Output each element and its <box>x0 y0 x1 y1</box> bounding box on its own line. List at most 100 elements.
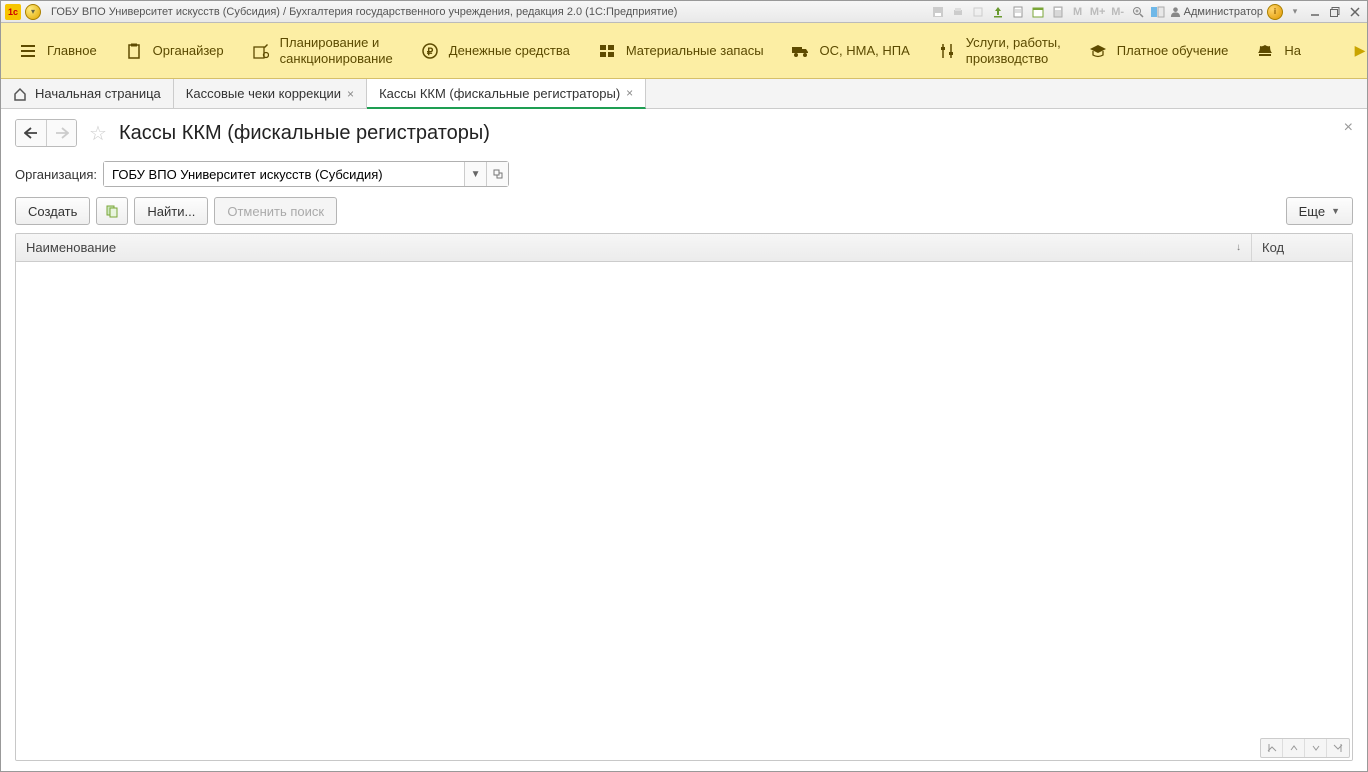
tab-close-icon[interactable]: × <box>626 86 633 100</box>
nav-label: Платное обучение <box>1117 43 1229 59</box>
page-down-button[interactable] <box>1305 739 1327 757</box>
nav-inventory[interactable]: Материальные запасы <box>584 36 778 66</box>
page-up-button[interactable] <box>1283 739 1305 757</box>
document-icon[interactable] <box>1010 4 1026 20</box>
nav-assets[interactable]: ОС, НМА, НПА <box>778 36 924 66</box>
nav-money[interactable]: ₽ Денежные средства <box>407 36 584 66</box>
m-button[interactable]: M <box>1070 4 1086 20</box>
chevron-down-icon: ▼ <box>1331 206 1340 216</box>
nav-label: Денежные средства <box>449 43 570 59</box>
nav-education[interactable]: Платное обучение <box>1075 36 1243 66</box>
button-label: Создать <box>28 204 77 219</box>
find-button[interactable]: Найти... <box>134 197 208 225</box>
combo-dropdown-button[interactable]: ▼ <box>464 162 486 186</box>
calculator-icon[interactable] <box>1050 4 1066 20</box>
combo-open-button[interactable] <box>486 162 508 186</box>
nav-partial[interactable]: На <box>1242 36 1315 66</box>
column-name[interactable]: Наименование ↓ <box>16 234 1252 261</box>
copy-button[interactable] <box>96 197 128 225</box>
emblem-icon <box>1256 42 1274 60</box>
nav-organizer[interactable]: Органайзер <box>111 36 238 66</box>
window-title: ГОБУ ВПО Университет искусств (Субсидия)… <box>51 6 677 18</box>
organization-combo: ▼ <box>103 161 509 187</box>
ruble-icon: ₽ <box>421 42 439 60</box>
tab-kkm-registers[interactable]: Кассы ККМ (фискальные регистраторы) × <box>367 79 646 109</box>
tab-label: Кассы ККМ (фискальные регистраторы) <box>379 86 620 101</box>
home-icon <box>13 87 27 101</box>
graduation-icon <box>1089 42 1107 60</box>
page-title: Кассы ККМ (фискальные регистраторы) <box>119 122 490 145</box>
restore-button[interactable] <box>1327 4 1343 20</box>
planning-icon <box>252 42 270 60</box>
user-indicator[interactable]: Администратор <box>1170 6 1263 18</box>
m-plus-button[interactable]: M+ <box>1090 4 1106 20</box>
forward-button[interactable] <box>46 120 76 146</box>
nav-label: Материальные запасы <box>626 43 764 59</box>
data-table: Наименование ↓ Код <box>15 233 1353 761</box>
svg-text:₽: ₽ <box>427 47 434 58</box>
button-label: Еще <box>1299 204 1325 219</box>
preview-icon[interactable] <box>970 4 986 20</box>
nav-scroll-right[interactable]: ▶ <box>1353 23 1367 78</box>
info-icon[interactable]: i <box>1267 4 1283 20</box>
column-label: Код <box>1262 240 1284 255</box>
favorite-star-icon[interactable]: ☆ <box>85 120 111 146</box>
nav-label: Главное <box>47 43 97 59</box>
truck-icon <box>792 42 810 60</box>
filter-row: Организация: ▼ <box>15 161 1353 187</box>
button-label: Найти... <box>147 204 195 219</box>
table-body[interactable] <box>16 262 1352 760</box>
nav-label: На <box>1284 43 1301 59</box>
nav-label: Услуги, работы, производство <box>966 35 1061 66</box>
tab-label: Кассовые чеки коррекции <box>186 86 341 101</box>
app-menu-button[interactable]: ▾ <box>25 4 41 20</box>
organization-input[interactable] <box>104 162 464 186</box>
toolbar: Создать Найти... Отменить поиск Еще ▼ <box>15 197 1353 225</box>
user-name: Администратор <box>1184 6 1263 18</box>
nav-services[interactable]: Услуги, работы, производство <box>924 29 1075 72</box>
filter-label: Организация: <box>15 167 97 182</box>
tab-label: Начальная страница <box>35 86 161 101</box>
tab-correction-checks[interactable]: Кассовые чеки коррекции × <box>174 79 367 108</box>
page-last-button[interactable] <box>1327 739 1349 757</box>
panels-icon[interactable] <box>1150 4 1166 20</box>
back-button[interactable] <box>16 120 46 146</box>
window-titlebar: 1c ▾ ГОБУ ВПО Университет искусств (Субс… <box>1 1 1367 23</box>
zoom-icon[interactable] <box>1130 4 1146 20</box>
nav-main[interactable]: Главное <box>5 36 111 66</box>
nav-label: Органайзер <box>153 43 224 59</box>
sort-arrow-icon: ↓ <box>1236 242 1241 253</box>
nav-planning[interactable]: Планирование и санкционирование <box>238 29 407 72</box>
export-icon[interactable] <box>990 4 1006 20</box>
close-button[interactable] <box>1347 4 1363 20</box>
minimize-button[interactable] <box>1307 4 1323 20</box>
copy-icon <box>105 204 119 218</box>
tab-start-page[interactable]: Начальная страница <box>1 79 174 108</box>
calendar-icon[interactable] <box>1030 4 1046 20</box>
nav-label: Планирование и санкционирование <box>280 35 393 66</box>
cancel-search-button[interactable]: Отменить поиск <box>214 197 337 225</box>
tab-close-icon[interactable]: × <box>347 87 354 101</box>
print-icon[interactable] <box>950 4 966 20</box>
info-dropdown[interactable]: ▾ <box>1287 4 1303 20</box>
tab-strip: Начальная страница Кассовые чеки коррекц… <box>1 79 1367 109</box>
table-paging <box>1260 738 1350 758</box>
more-button[interactable]: Еще ▼ <box>1286 197 1353 225</box>
save-icon[interactable] <box>930 4 946 20</box>
boxes-icon <box>598 42 616 60</box>
page-close-icon[interactable]: × <box>1344 119 1353 137</box>
button-label: Отменить поиск <box>227 204 324 219</box>
table-header: Наименование ↓ Код <box>16 234 1352 262</box>
page-header: ☆ Кассы ККМ (фискальные регистраторы) <box>15 119 1353 147</box>
sliders-icon <box>938 42 956 60</box>
m-minus-button[interactable]: M- <box>1110 4 1126 20</box>
clipboard-icon <box>125 42 143 60</box>
column-label: Наименование <box>26 240 116 255</box>
page-content: × ☆ Кассы ККМ (фискальные регистраторы) … <box>1 109 1367 771</box>
menu-icon <box>19 42 37 60</box>
create-button[interactable]: Создать <box>15 197 90 225</box>
page-first-button[interactable] <box>1261 739 1283 757</box>
history-nav <box>15 119 77 147</box>
nav-label: ОС, НМА, НПА <box>820 43 910 59</box>
column-code[interactable]: Код <box>1252 234 1352 261</box>
